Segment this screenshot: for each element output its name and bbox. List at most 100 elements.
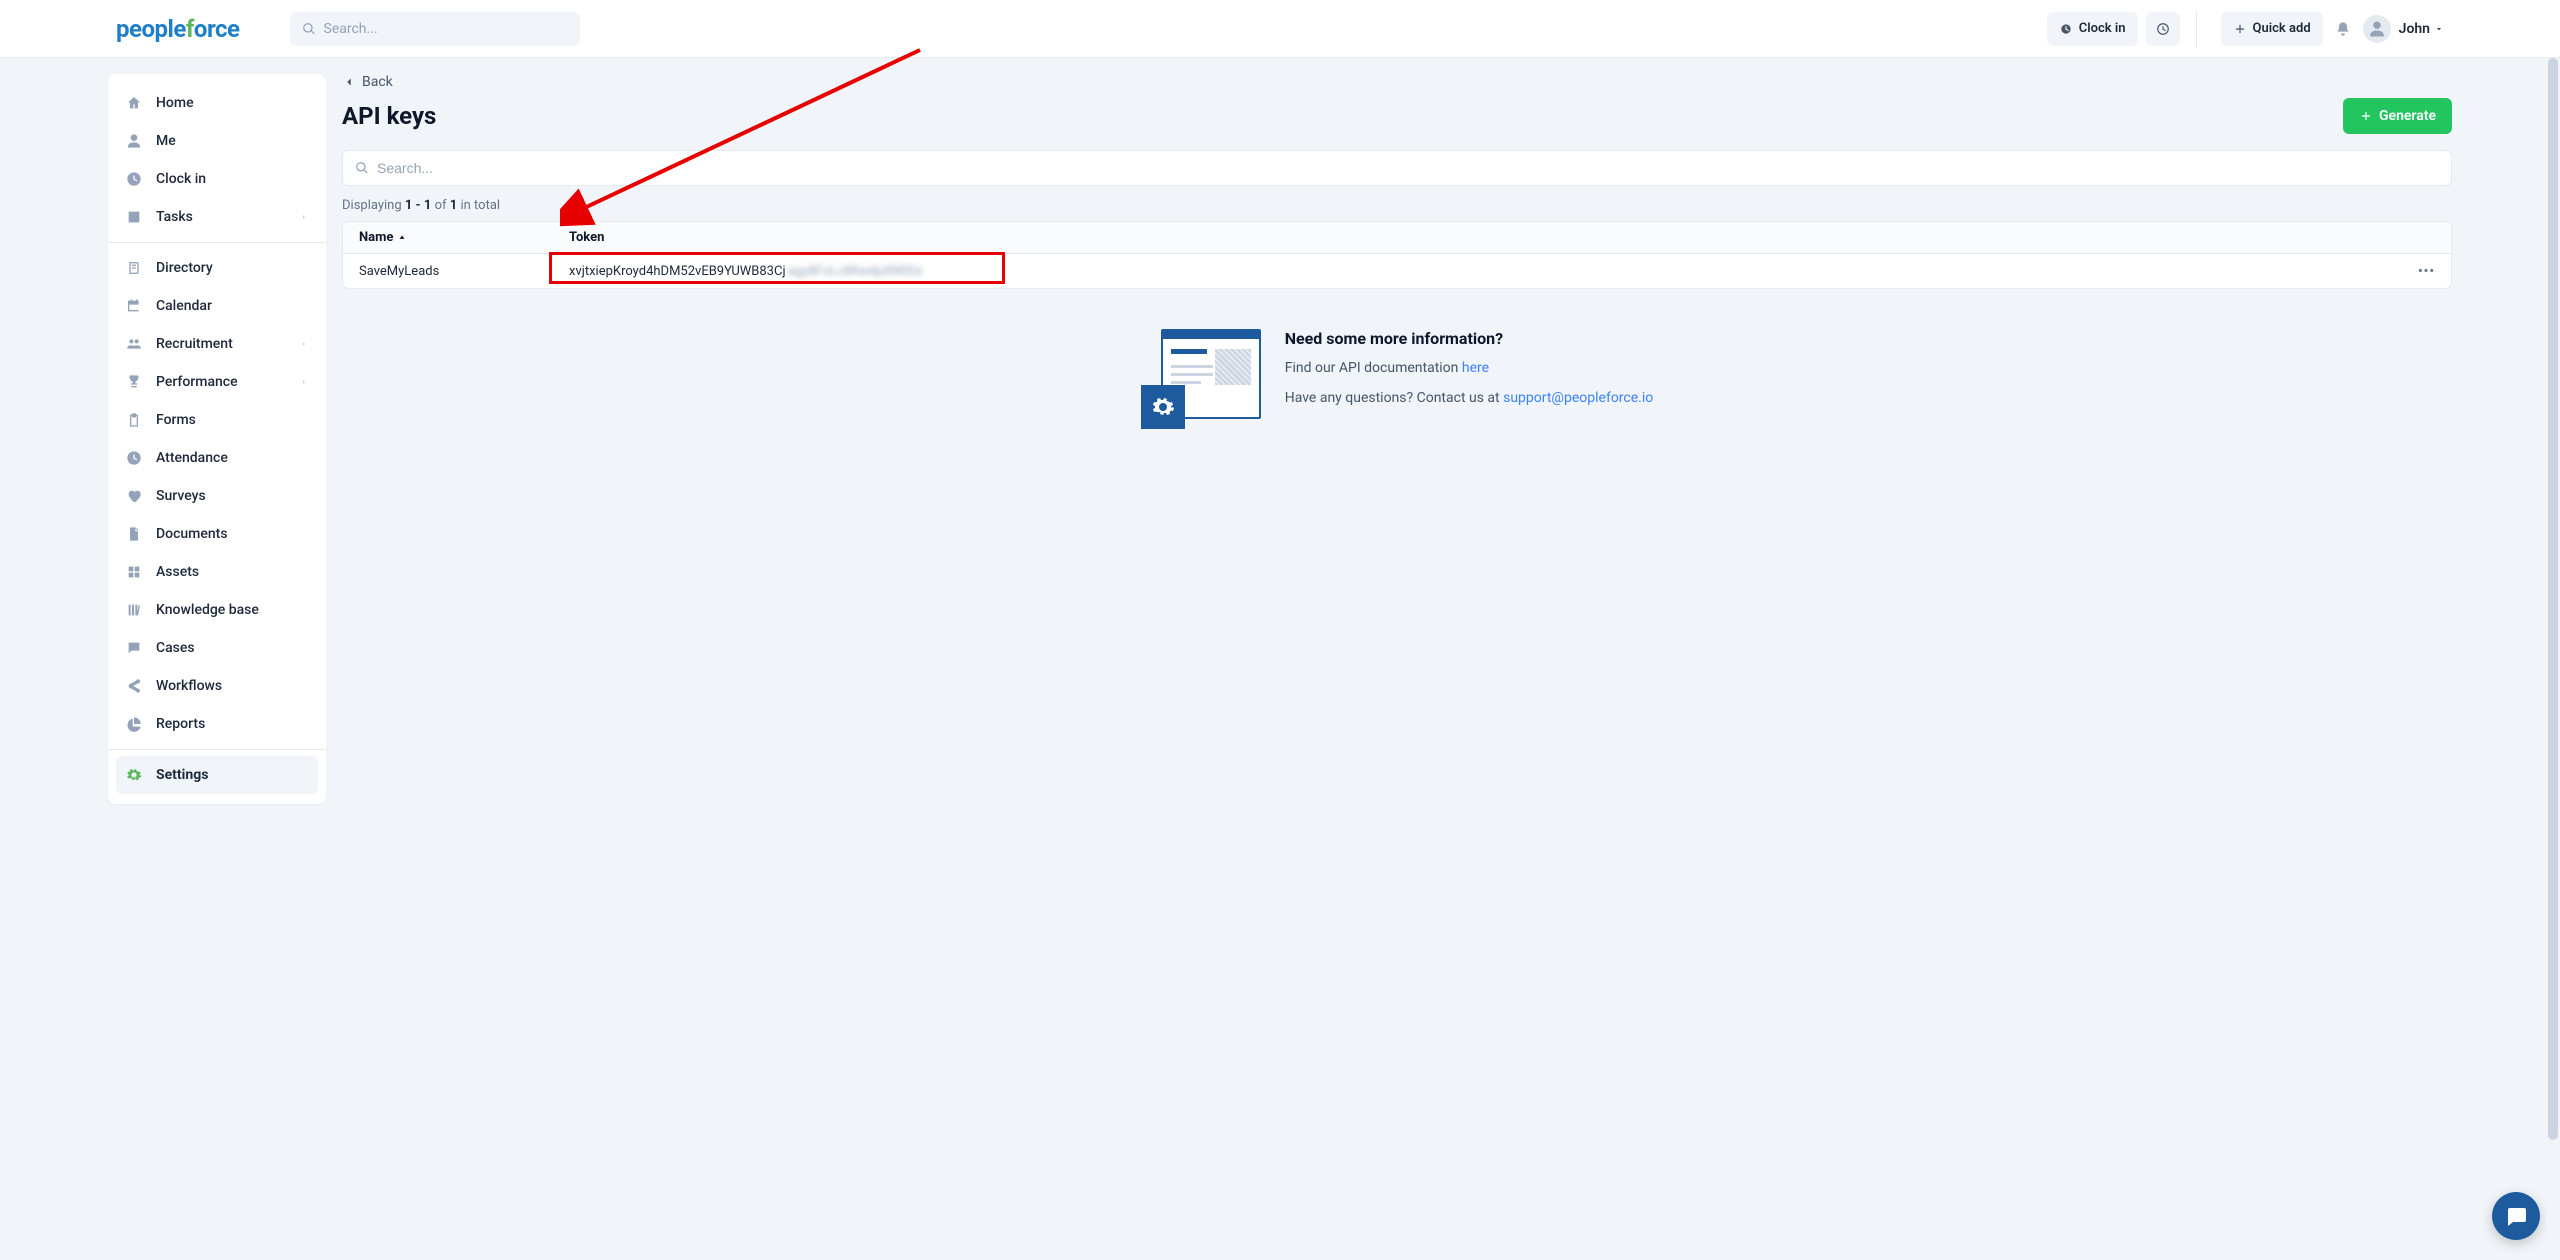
- sidebar-item-label: Me: [156, 133, 176, 149]
- trophy-icon: [126, 374, 142, 390]
- list-search-field[interactable]: [377, 160, 2439, 176]
- sidebar-item-knowledge-base[interactable]: Knowledge base: [108, 591, 326, 629]
- info-illustration: [1141, 329, 1261, 429]
- sidebar-item-tasks[interactable]: Tasks: [108, 198, 326, 236]
- sidebar-item-calendar[interactable]: Calendar: [108, 287, 326, 325]
- plus-icon: [2233, 22, 2247, 36]
- sidebar-item-settings[interactable]: Settings: [116, 756, 318, 794]
- sidebar-item-label: Tasks: [156, 209, 193, 225]
- sidebar-item-label: Workflows: [156, 678, 222, 694]
- col-header-label: Name: [359, 230, 393, 245]
- back-link[interactable]: Back: [342, 74, 393, 90]
- col-header-token[interactable]: Token: [569, 230, 2395, 245]
- divider: [108, 749, 326, 750]
- global-search-input[interactable]: Search...: [290, 12, 580, 46]
- logo[interactable]: peopleforce: [116, 15, 240, 43]
- sidebar-item-me[interactable]: Me: [108, 122, 326, 160]
- home-icon: [126, 95, 142, 111]
- user-menu[interactable]: John: [2363, 15, 2444, 43]
- search-placeholder: Search...: [324, 21, 378, 37]
- sidebar-item-cases[interactable]: Cases: [108, 629, 326, 667]
- divider: [2196, 10, 2197, 48]
- search-icon: [355, 161, 369, 175]
- file-icon: [126, 526, 142, 542]
- token-hidden: agy8FoLc8KwdpXN0Dz: [788, 264, 923, 279]
- sidebar-item-documents[interactable]: Documents: [108, 515, 326, 553]
- user-name: John: [2399, 21, 2430, 37]
- sidebar-item-label: Reports: [156, 716, 205, 732]
- sidebar: Home Me Clock in Tasks Directory Calenda…: [108, 74, 326, 804]
- clock-icon: [126, 450, 142, 466]
- person-icon: [2368, 20, 2386, 38]
- info-heading: Need some more information?: [1285, 329, 1654, 348]
- user-icon: [126, 133, 142, 149]
- clock-icon: [126, 171, 142, 187]
- generate-button[interactable]: Generate: [2343, 98, 2452, 134]
- sidebar-item-assets[interactable]: Assets: [108, 553, 326, 591]
- support-email-link[interactable]: support@peopleforce.io: [1503, 390, 1653, 406]
- addressbook-icon: [126, 260, 142, 276]
- sidebar-item-home[interactable]: Home: [108, 84, 326, 122]
- sidebar-item-label: Directory: [156, 260, 213, 276]
- scrollbar[interactable]: [2546, 58, 2560, 1260]
- sidebar-item-label: Surveys: [156, 488, 206, 504]
- quick-add-label: Quick add: [2253, 21, 2311, 36]
- info-card: Need some more information? Find our API…: [342, 329, 2452, 429]
- sidebar-item-surveys[interactable]: Surveys: [108, 477, 326, 515]
- notifications-icon[interactable]: [2335, 21, 2351, 37]
- list-search-input[interactable]: [342, 150, 2452, 186]
- back-label: Back: [362, 74, 393, 90]
- info-line2: Have any questions? Contact us at suppor…: [1285, 390, 1654, 406]
- scrollbar-thumb[interactable]: [2548, 58, 2558, 1140]
- logo-part: f: [186, 15, 194, 43]
- clipboard-icon: [126, 412, 142, 428]
- users-icon: [126, 336, 142, 352]
- cell-token[interactable]: xvjtxiepKroyd4hDM52vEB9YUWB83Cjagy8FoLc8…: [569, 264, 2395, 279]
- page-title: API keys: [342, 102, 436, 130]
- info-text: Need some more information? Find our API…: [1285, 329, 1654, 420]
- chevron-right-icon: [300, 340, 308, 348]
- sidebar-item-directory[interactable]: Directory: [108, 249, 326, 287]
- gear-icon: [126, 767, 142, 783]
- sidebar-item-performance[interactable]: Performance: [108, 363, 326, 401]
- clock-in-label: Clock in: [2079, 21, 2126, 36]
- plus-icon: [2359, 109, 2373, 123]
- sidebar-item-label: Calendar: [156, 298, 212, 314]
- generate-label: Generate: [2379, 108, 2436, 124]
- api-docs-link[interactable]: here: [1462, 360, 1489, 376]
- sidebar-item-label: Settings: [156, 767, 208, 783]
- avatar: [2363, 15, 2391, 43]
- clock-history-button[interactable]: [2146, 12, 2180, 46]
- sidebar-item-clock-in[interactable]: Clock in: [108, 160, 326, 198]
- app-header: peopleforce Search... Clock in Quick add…: [0, 0, 2560, 58]
- logo-part: people: [116, 15, 186, 43]
- table-header: Name Token: [343, 222, 2451, 254]
- clock-icon: [2156, 22, 2170, 36]
- info-line1: Find our API documentation here: [1285, 360, 1654, 376]
- sidebar-item-reports[interactable]: Reports: [108, 705, 326, 743]
- displaying-text: Displaying 1 - 1 of 1 in total: [342, 198, 2452, 213]
- sidebar-item-workflows[interactable]: Workflows: [108, 667, 326, 705]
- chevron-right-icon: [300, 213, 308, 221]
- piechart-icon: [126, 716, 142, 732]
- sidebar-item-label: Recruitment: [156, 336, 233, 352]
- chat-widget-button[interactable]: [2492, 1192, 2540, 1240]
- sidebar-item-label: Documents: [156, 526, 228, 542]
- quick-add-button[interactable]: Quick add: [2221, 12, 2323, 46]
- chevron-right-icon: [300, 378, 308, 386]
- gear-badge-icon: [1141, 385, 1185, 429]
- sidebar-item-label: Performance: [156, 374, 238, 390]
- message-icon: [126, 640, 142, 656]
- check-icon: [126, 209, 142, 225]
- sidebar-item-forms[interactable]: Forms: [108, 401, 326, 439]
- sidebar-item-recruitment[interactable]: Recruitment: [108, 325, 326, 363]
- col-header-name[interactable]: Name: [359, 230, 569, 245]
- sidebar-item-attendance[interactable]: Attendance: [108, 439, 326, 477]
- calendar-icon: [126, 298, 142, 314]
- chat-icon: [2504, 1204, 2528, 1228]
- search-icon: [302, 22, 316, 36]
- row-actions-button[interactable]: •••: [2418, 264, 2435, 279]
- logo-part: orce: [194, 15, 240, 43]
- table-row: SaveMyLeads xvjtxiepKroyd4hDM52vEB9YUWB8…: [343, 254, 2451, 288]
- clock-in-button[interactable]: Clock in: [2047, 12, 2138, 46]
